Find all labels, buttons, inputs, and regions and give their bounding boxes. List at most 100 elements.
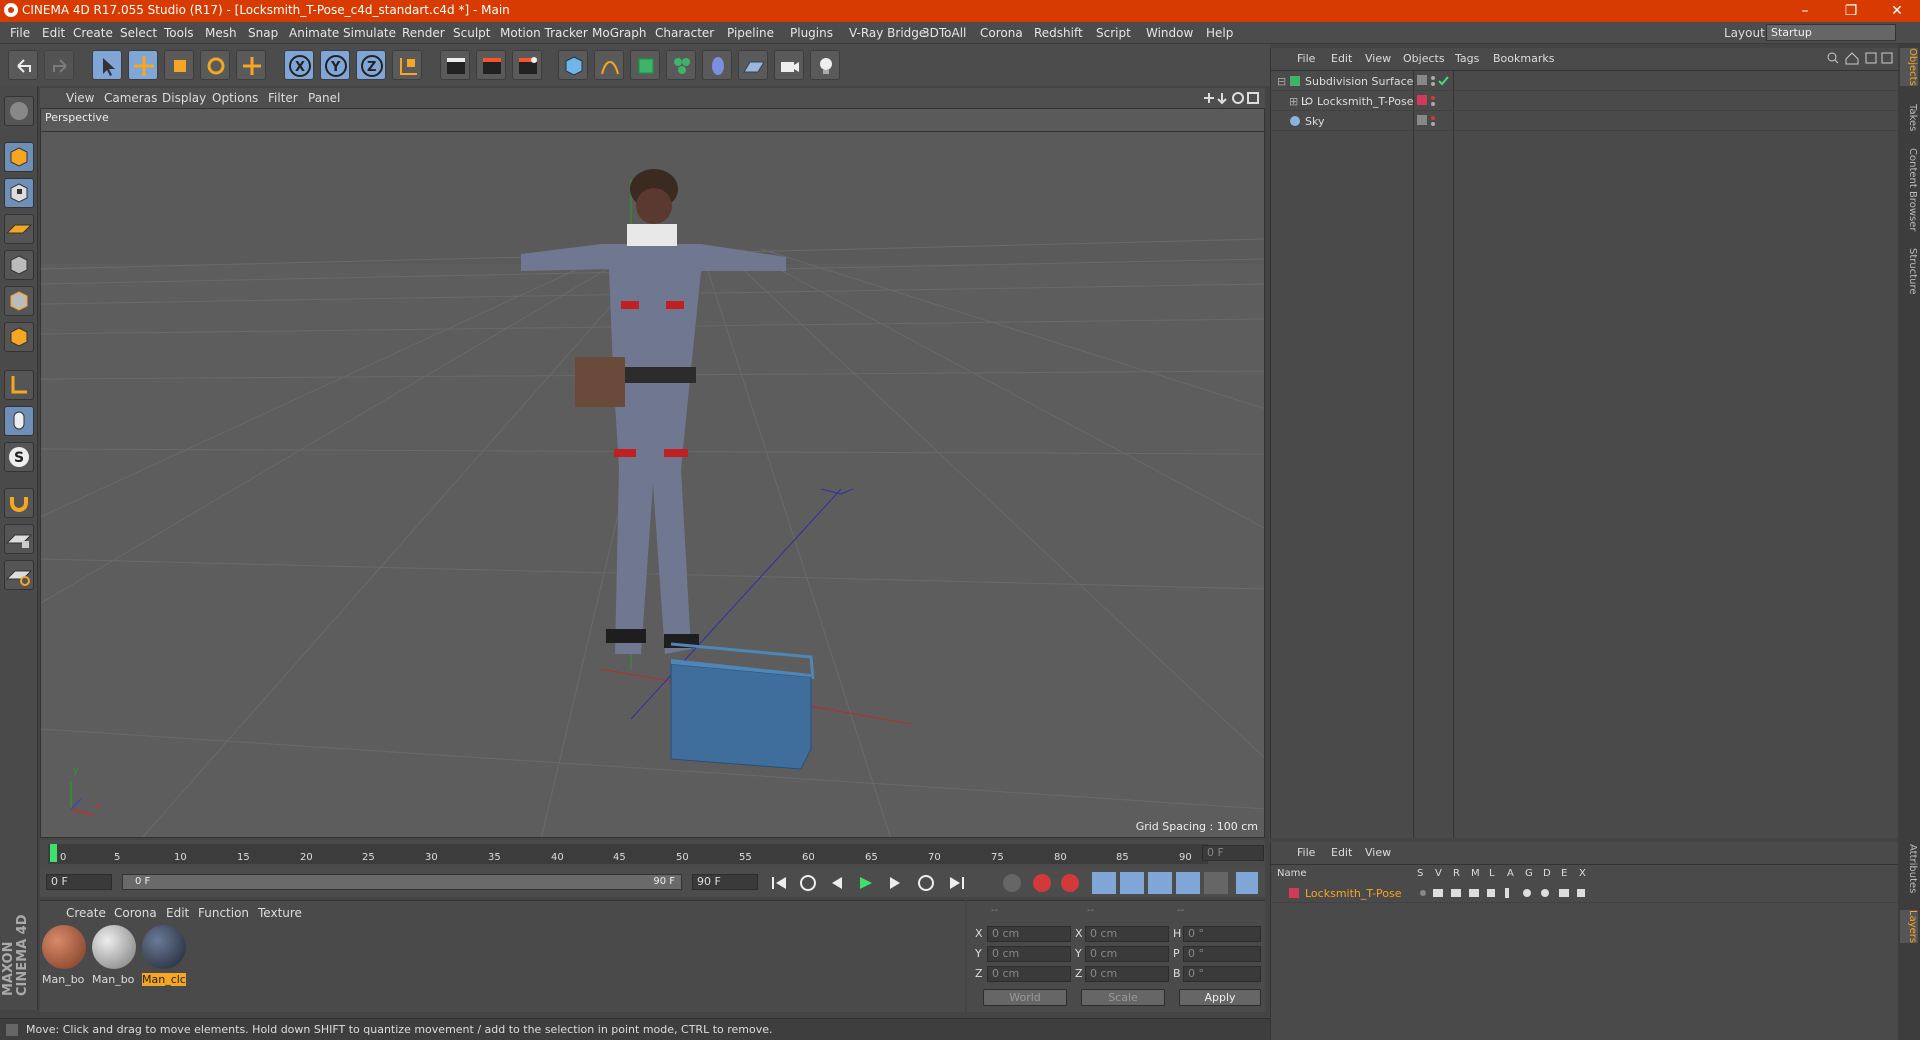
- coordinate-system-button[interactable]: [392, 50, 422, 80]
- x-axis-lock-button[interactable]: X: [284, 50, 314, 80]
- layer-color-swatch[interactable]: [1289, 888, 1299, 898]
- pen-spline-button[interactable]: [594, 50, 624, 80]
- axis-mode-button[interactable]: [4, 370, 34, 400]
- layer-name[interactable]: Locksmith_T-Pose: [1305, 887, 1402, 900]
- camera-button[interactable]: [774, 50, 804, 80]
- render-view-button[interactable]: [440, 50, 470, 80]
- menu-plugins[interactable]: Plugins: [790, 26, 833, 40]
- tab-layers[interactable]: Layers: [1900, 910, 1918, 944]
- render-settings-button[interactable]: [512, 50, 542, 80]
- recent-tools-button[interactable]: [236, 50, 266, 80]
- undo-button[interactable]: [8, 50, 38, 80]
- tweak-mode-button[interactable]: [4, 406, 34, 436]
- menu-corona[interactable]: Corona: [980, 26, 1023, 40]
- menu-render[interactable]: Render: [402, 26, 445, 40]
- polygons-mode-button[interactable]: [4, 322, 34, 352]
- layers-menu-edit[interactable]: Edit: [1331, 846, 1352, 859]
- material-menu-corona[interactable]: Corona: [114, 906, 157, 920]
- world-dropdown[interactable]: World: [983, 989, 1067, 1006]
- menu-tools[interactable]: Tools: [164, 26, 194, 40]
- workplane-lock-button[interactable]: [4, 524, 34, 554]
- layer-row[interactable]: Locksmith_T-Pose: [1271, 884, 1899, 903]
- minimize-button[interactable]: –: [1782, 0, 1828, 22]
- object-manager-toolbar-icons[interactable]: [1826, 51, 1896, 65]
- material-menu-edit[interactable]: Edit: [166, 906, 189, 920]
- viewport-menu-cameras[interactable]: Cameras: [104, 91, 157, 105]
- tab-objects[interactable]: Objects: [1900, 48, 1918, 86]
- menu-file[interactable]: File: [10, 26, 30, 40]
- timeline-ruler[interactable]: 0 5 10 15 20 25 30 35 40 45 50 55 60 65 …: [40, 840, 1265, 867]
- current-frame-field[interactable]: 0 F: [1202, 845, 1264, 861]
- rotation-p-field[interactable]: 0 °: [1183, 946, 1261, 962]
- workplane-rotate-button[interactable]: [4, 560, 34, 590]
- menu-vray-bridge[interactable]: V-Ray Bridge: [849, 26, 926, 40]
- apply-button[interactable]: Apply: [1179, 989, 1261, 1006]
- close-button[interactable]: ✕: [1874, 0, 1920, 22]
- tab-attributes[interactable]: Attributes: [1900, 844, 1918, 893]
- menu-sculpt[interactable]: Sculpt: [453, 26, 490, 40]
- rotation-b-field[interactable]: 0 °: [1183, 966, 1261, 982]
- object-row-subdivision-surface[interactable]: ⊟ Subdivision Surface: [1271, 72, 1899, 91]
- size-x-field[interactable]: 0 cm: [1085, 926, 1169, 942]
- menu-3dtoall[interactable]: 3DToAll: [922, 26, 966, 40]
- menu-select[interactable]: Select: [120, 26, 157, 40]
- object-name[interactable]: Subdivision Surface: [1305, 75, 1413, 88]
- objects-menu-edit[interactable]: Edit: [1331, 52, 1352, 65]
- object-row-locksmith[interactable]: ⊞ L Locksmith_T-Pose: [1271, 92, 1899, 111]
- material-menu-function[interactable]: Function: [198, 906, 249, 920]
- viewport-menu-options[interactable]: Options: [212, 91, 258, 105]
- texture-mode-button[interactable]: [4, 178, 34, 208]
- material-thumbnail[interactable]: [92, 925, 136, 969]
- viewport-menu-panel[interactable]: Panel: [308, 91, 340, 105]
- viewport-menu-display[interactable]: Display: [162, 91, 206, 105]
- 3d-viewport[interactable]: Perspective y x Grid Spacing : 100 cm: [40, 108, 1265, 838]
- menu-window[interactable]: Window: [1146, 26, 1193, 40]
- floor-scene-button[interactable]: [738, 50, 768, 80]
- snap-button[interactable]: S: [4, 442, 34, 472]
- playhead-marker[interactable]: [50, 844, 57, 862]
- redo-button[interactable]: [44, 50, 74, 80]
- playback-buttons[interactable]: [768, 871, 1018, 895]
- tab-structure[interactable]: Structure: [1900, 248, 1918, 295]
- subdivision-surface-button[interactable]: [630, 50, 660, 80]
- expand-toggle-icon[interactable]: ⊟: [1277, 75, 1286, 88]
- material-menu-create[interactable]: Create: [66, 906, 106, 920]
- menu-redshift[interactable]: Redshift: [1034, 26, 1083, 40]
- objects-menu-tags[interactable]: Tags: [1455, 52, 1479, 65]
- layers-menu-view[interactable]: View: [1365, 846, 1391, 859]
- menu-script[interactable]: Script: [1096, 26, 1131, 40]
- live-selection-button[interactable]: [92, 50, 122, 80]
- restore-button[interactable]: ❐: [1828, 0, 1874, 22]
- magnet-button[interactable]: [4, 488, 34, 518]
- tab-takes[interactable]: Takes: [1900, 104, 1918, 131]
- menu-character[interactable]: Character: [655, 26, 714, 40]
- points-mode-button[interactable]: [4, 250, 34, 280]
- menu-help[interactable]: Help: [1206, 26, 1233, 40]
- visibility-toggles[interactable]: [1417, 75, 1451, 87]
- layer-toggle-icons[interactable]: [1419, 887, 1599, 899]
- menu-simulate[interactable]: Simulate: [343, 26, 396, 40]
- scale-dropdown[interactable]: Scale: [1081, 989, 1165, 1006]
- rotate-tool-button[interactable]: [200, 50, 230, 80]
- scale-tool-button[interactable]: [164, 50, 194, 80]
- start-frame-field[interactable]: 0 F: [46, 874, 112, 890]
- viewport-menu-filter[interactable]: Filter: [268, 91, 298, 105]
- light-button[interactable]: [810, 50, 840, 80]
- viewport-menu-view[interactable]: View: [66, 91, 94, 105]
- size-y-field[interactable]: 0 cm: [1085, 946, 1169, 962]
- rotation-h-field[interactable]: 0 °: [1183, 926, 1261, 942]
- cube-object-button[interactable]: [558, 50, 588, 80]
- menu-mesh[interactable]: Mesh: [205, 26, 237, 40]
- menu-pipeline[interactable]: Pipeline: [727, 26, 774, 40]
- position-y-field[interactable]: 0 cm: [987, 946, 1071, 962]
- layer-color-tag[interactable]: [1417, 95, 1451, 107]
- y-axis-lock-button[interactable]: Y: [320, 50, 350, 80]
- object-row-sky[interactable]: Sky: [1271, 112, 1899, 131]
- z-axis-lock-button[interactable]: Z: [356, 50, 386, 80]
- move-tool-button[interactable]: [128, 50, 158, 80]
- objects-menu-view[interactable]: View: [1365, 52, 1391, 65]
- object-name[interactable]: Sky: [1305, 115, 1324, 128]
- frame-range-slider[interactable]: 0 F 90 F: [122, 874, 682, 890]
- material-thumbnail[interactable]: [42, 925, 86, 969]
- timeline-track[interactable]: [48, 844, 1208, 864]
